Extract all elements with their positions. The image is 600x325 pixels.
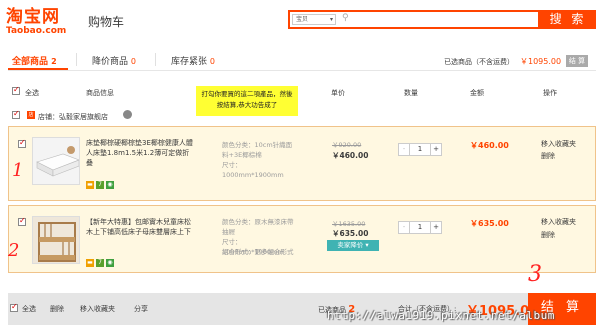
select-all-checkbox[interactable]: [12, 85, 20, 95]
col-amount: 金额: [470, 89, 484, 97]
item-prop-color: 颜色分类：10cm针織面料+3E椰棕棉: [222, 141, 293, 159]
service-tag-icon: ▬: [86, 259, 94, 267]
tab-divider-line: [8, 70, 596, 71]
delete-link[interactable]: 删除: [541, 150, 555, 162]
footer-delete-link[interactable]: 删除: [50, 304, 64, 314]
item-prop-combo: 組合形式：更多組合形式: [222, 248, 294, 256]
shop-name[interactable]: 店铺：弘毅家居旗舰店: [38, 112, 108, 122]
instruction-note: 打勾你要買的這二項產品，然後按結算,恭大功告成了: [196, 86, 298, 116]
tab-all-items[interactable]: 全部商品 2: [12, 54, 57, 67]
item-amount: ￥460.00: [470, 141, 509, 150]
mattress-image-icon: [33, 138, 79, 184]
item-prop-color: 颜色分类：原木無漆床帶抽屜: [222, 218, 294, 236]
item-amount: ￥635.00: [470, 219, 509, 228]
seller-discount-badge[interactable]: 卖家降价 ▾: [327, 240, 379, 251]
original-price: ￥1635.00: [332, 220, 366, 228]
item-thumbnail[interactable]: [32, 137, 80, 185]
select-all-label: 全选: [25, 89, 39, 97]
search-icon: ⚲: [342, 13, 349, 23]
col-item-info: 商品信息: [86, 89, 114, 97]
footer-move-fav-link[interactable]: 移入收藏夹: [80, 304, 115, 314]
shop-checkbox[interactable]: [12, 109, 20, 119]
col-quantity: 数量: [404, 89, 418, 97]
unit-price: ￥635.00: [332, 229, 369, 238]
page-title: 购物车: [88, 15, 125, 29]
tab-label: 降价商品: [92, 57, 129, 67]
tab-divider: [155, 53, 156, 66]
cart-page: 淘宝网 Taobao.com 购物车 宝贝 ▾ ⚲ 搜 索 全部商品 2 降价商…: [0, 0, 600, 325]
col-operation: 操作: [543, 89, 557, 97]
original-price: ￥920.00: [332, 141, 362, 149]
taobao-logo[interactable]: 淘宝网 Taobao.com: [6, 8, 76, 36]
guarantee-icon: ◉: [106, 259, 114, 267]
seven-day-return-icon: 7: [96, 181, 104, 189]
handwritten-mark-3: 3: [528, 262, 542, 287]
tab-price-drop[interactable]: 降价商品 0: [92, 54, 136, 67]
chevron-down-icon: ▾: [329, 16, 333, 23]
col-unit-price: 单价: [331, 89, 345, 97]
chat-icon[interactable]: [123, 110, 132, 119]
service-tag-icon: ▬: [86, 181, 94, 189]
selected-summary-total: ￥1095.00: [520, 57, 562, 66]
tab-label: 库存紧张: [171, 57, 208, 67]
item-thumbnail[interactable]: [32, 216, 80, 264]
footer-share-link[interactable]: 分享: [134, 304, 148, 314]
handwritten-mark-2: 2: [8, 240, 20, 261]
watermark: http://alwa1919.pixnet.net/album: [327, 309, 555, 322]
footer-select-all-checkbox[interactable]: [10, 302, 18, 312]
shop-icon: 店: [27, 111, 35, 119]
tab-low-stock[interactable]: 库存紧张 0: [171, 54, 215, 67]
tab-divider: [76, 53, 77, 66]
item-checkbox[interactable]: [18, 138, 26, 148]
logo-subtext: Taobao.com: [6, 26, 67, 36]
search-input[interactable]: [352, 13, 532, 26]
tab-count: 0: [209, 57, 215, 66]
increment-button[interactable]: +: [430, 144, 441, 155]
search-scope-label: 宝贝: [296, 16, 309, 23]
search-button[interactable]: 搜 索: [540, 10, 596, 29]
discount-label: 卖家降价: [337, 241, 364, 249]
quantity-stepper: - 1 +: [398, 143, 442, 156]
item-title[interactable]: 床垫椰棕硬椰棕垫3E椰棕健康人體人床墊1.8m1.5米1.2薄可定做折叠: [86, 138, 194, 168]
increment-button[interactable]: +: [430, 222, 441, 233]
item-title[interactable]: 【新年大特惠】包邮實木兒童床松木上下铺高低床子母床雙層床上下: [86, 217, 194, 237]
unit-price: ￥460.00: [332, 151, 369, 160]
item-prop-size: 尺寸：1000mm*1900mm: [222, 161, 284, 179]
search-scope-select[interactable]: 宝贝 ▾: [292, 14, 336, 25]
move-to-favorites-link[interactable]: 移入收藏夹: [541, 216, 576, 228]
quantity-value[interactable]: 1: [410, 222, 430, 233]
decrement-button[interactable]: -: [399, 144, 410, 155]
logo-text: 淘宝网: [6, 7, 60, 27]
guarantee-icon: ◉: [106, 181, 114, 189]
item-checkbox[interactable]: [18, 216, 26, 226]
search-bar: 宝贝 ▾ ⚲: [288, 10, 540, 29]
delete-link[interactable]: 删除: [541, 229, 555, 241]
tab-count: 0: [130, 57, 136, 66]
bunk-bed-image-icon: [33, 217, 79, 263]
decrement-button[interactable]: -: [399, 222, 410, 233]
handwritten-mark-1: 1: [12, 160, 24, 181]
move-to-favorites-link[interactable]: 移入收藏夹: [541, 138, 576, 150]
seven-day-return-icon: 7: [96, 259, 104, 267]
quantity-value[interactable]: 1: [410, 144, 430, 155]
selected-summary-label: 已选商品（不含运费）: [444, 58, 514, 66]
service-tags: ▬ 7 ◉: [86, 258, 116, 267]
tab-count: 2: [51, 57, 57, 66]
chevron-down-icon: ▾: [365, 241, 369, 249]
quantity-stepper: - 1 +: [398, 221, 442, 234]
service-tags: ▬ 7 ◉: [86, 180, 116, 189]
footer-select-all-label: 全选: [22, 305, 36, 313]
settle-button-small[interactable]: 结 算: [566, 55, 588, 67]
tab-label: 全部商品: [12, 57, 49, 67]
